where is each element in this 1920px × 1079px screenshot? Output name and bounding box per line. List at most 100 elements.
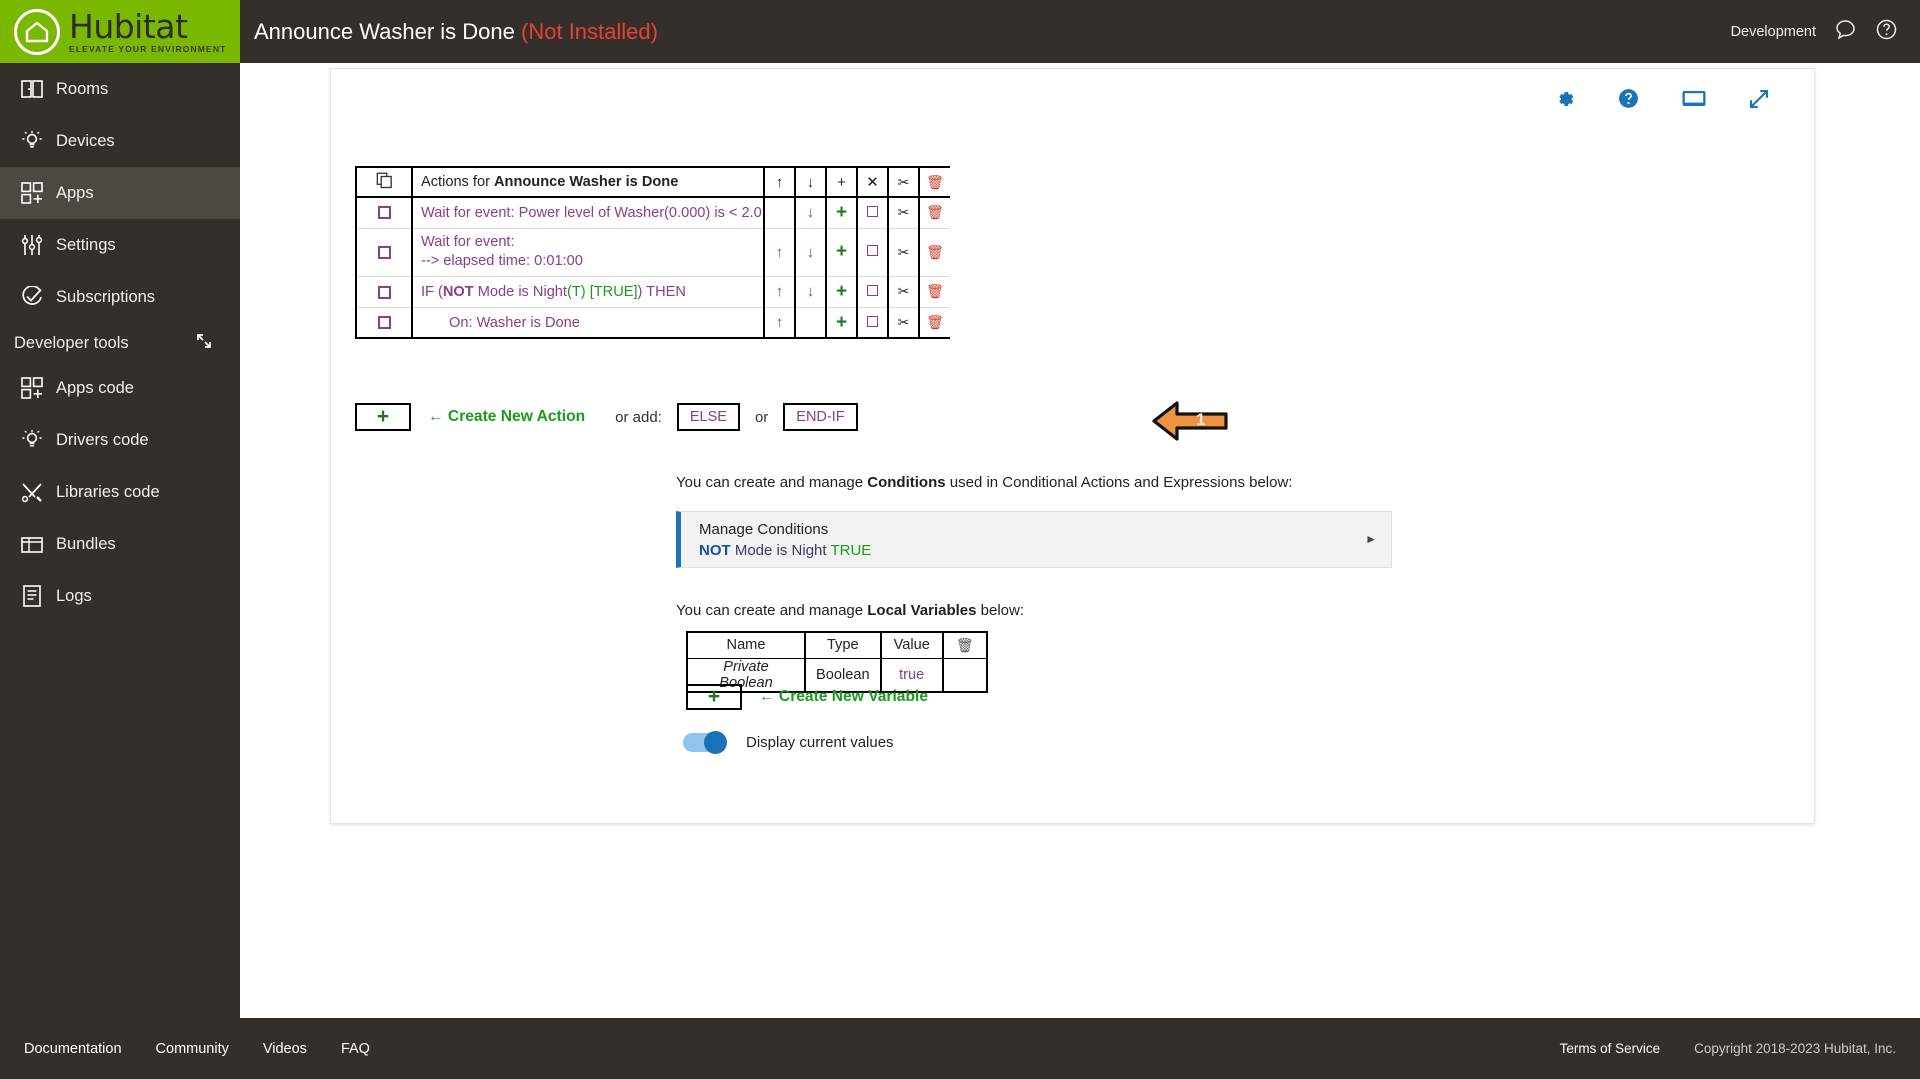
footer-right: Terms of Service Copyright 2018-2023 Hub…: [1560, 1041, 1920, 1056]
apps-grid-icon: [14, 377, 50, 399]
row-arrow-down-icon[interactable]: ↓: [795, 276, 827, 308]
add-action-plus-button[interactable]: +: [355, 403, 411, 431]
page-title: Announce Washer is Done (Not Installed): [254, 19, 658, 45]
header-trash-icon[interactable]: 🗑: [919, 166, 950, 198]
row-checkbox[interactable]: [355, 307, 413, 340]
sidebar-item-settings[interactable]: Settings: [0, 219, 240, 271]
footer-link-videos[interactable]: Videos: [263, 1041, 307, 1057]
col-value: Value: [879, 631, 944, 659]
row-trash-icon[interactable]: 🗑: [919, 197, 950, 229]
create-new-action-link[interactable]: ← Create New Action: [428, 403, 585, 431]
row-scissors-icon[interactable]: ✂: [888, 197, 920, 229]
sidebar-item-apps[interactable]: Apps: [0, 167, 240, 219]
sidebar-item-libraries-code[interactable]: Libraries code: [0, 466, 240, 518]
row-square-icon[interactable]: [857, 197, 889, 229]
manage-conditions-title: Manage Conditions: [699, 521, 829, 538]
sidebar-item-label: Drivers code: [56, 430, 149, 449]
row-arrow-up-icon[interactable]: ↑: [764, 228, 796, 277]
row-arrow-down-icon[interactable]: ↓: [795, 228, 827, 277]
row-trash-icon[interactable]: 🗑: [919, 228, 950, 277]
header-arrow-up-icon[interactable]: ↑: [764, 166, 796, 198]
row-arrow-down-icon[interactable]: ↓: [795, 197, 827, 229]
row-arrow-up-icon[interactable]: ↑: [764, 307, 796, 340]
toggle-knob: [704, 731, 727, 754]
app-root: Hubitat ELEVATE YOUR ENVIRONMENT Rooms D…: [0, 0, 1920, 1079]
col-type: Type: [804, 631, 882, 659]
chat-bubble-icon[interactable]: [1834, 18, 1857, 46]
row-square-icon[interactable]: [857, 276, 889, 308]
trash-icon[interactable]: 🗑: [941, 631, 988, 659]
brand-tagline: ELEVATE YOUR ENVIRONMENT: [69, 43, 227, 54]
row-checkbox[interactable]: [355, 197, 413, 229]
step-arrow-1-number: 1: [1196, 410, 1206, 429]
display-current-values-toggle[interactable]: [683, 731, 727, 754]
row-scissors-icon[interactable]: ✂: [888, 276, 920, 308]
sidebar-item-devices[interactable]: Devices: [0, 115, 240, 167]
header-scissors-icon[interactable]: ✂: [888, 166, 920, 198]
header-plus-icon[interactable]: +: [826, 166, 858, 198]
create-new-variable-link[interactable]: ← Create New Variable: [759, 684, 928, 710]
table-row: On: Washer is Done ↑ + ✂ 🗑: [355, 307, 950, 340]
row-plus-icon[interactable]: +: [826, 307, 858, 340]
sidebar-item-apps-code[interactable]: Apps code: [0, 362, 240, 414]
monitor-icon[interactable]: [1681, 88, 1707, 115]
sidebar-item-label: Libraries code: [56, 482, 160, 501]
row-scissors-icon[interactable]: ✂: [888, 307, 920, 340]
conditions-intro: You can create and manage Conditions use…: [676, 474, 1292, 491]
row-square-icon[interactable]: [857, 307, 889, 340]
header-arrow-down-icon[interactable]: ↓: [795, 166, 827, 198]
variables-header-row: Name Type Value 🗑: [686, 631, 988, 659]
gear-icon[interactable]: [1554, 88, 1576, 115]
collapse-icon[interactable]: [196, 333, 226, 354]
footer-links: Documentation Community Videos FAQ: [24, 1041, 370, 1057]
row-scissors-icon[interactable]: ✂: [888, 228, 920, 277]
page-footer: Documentation Community Videos FAQ Terms…: [0, 1018, 1920, 1079]
footer-link-community[interactable]: Community: [156, 1041, 229, 1057]
question-circle-icon[interactable]: [1875, 18, 1898, 46]
header-close-x-icon[interactable]: ✕: [857, 166, 889, 198]
actions-table: Actions for Announce Washer is Done ↑ ↓ …: [355, 166, 950, 340]
end-if-button[interactable]: END-IF: [783, 403, 858, 431]
sidebar-item-drivers-code[interactable]: Drivers code: [0, 414, 240, 466]
manage-conditions-box[interactable]: Manage Conditions NOT Mode is Night TRUE…: [676, 511, 1392, 568]
row-plus-icon[interactable]: +: [826, 228, 858, 277]
or-add-label: or add:: [615, 408, 662, 426]
conditions-intro-a: You can create and manage: [676, 474, 868, 491]
top-header: Announce Washer is Done (Not Installed) …: [240, 0, 1920, 63]
row-text-seg-bold: NOT: [442, 283, 474, 300]
help-circle-icon[interactable]: [1617, 87, 1640, 115]
row-plus-icon[interactable]: +: [826, 276, 858, 308]
row-trash-icon[interactable]: 🗑: [919, 307, 950, 340]
row-checkbox[interactable]: [355, 228, 413, 277]
sidebar-item-label: Rooms: [56, 79, 109, 98]
col-name: Name: [686, 631, 806, 659]
footer-link-terms[interactable]: Terms of Service: [1560, 1041, 1661, 1056]
row-plus-icon[interactable]: +: [826, 197, 858, 229]
row-arrow-up-icon: [764, 197, 796, 229]
sidebar-item-logs[interactable]: Logs: [0, 570, 240, 622]
main-content: Actions for Announce Washer is Done ↑ ↓ …: [240, 63, 1920, 1018]
row-arrow-up-icon[interactable]: ↑: [764, 276, 796, 308]
footer-link-faq[interactable]: FAQ: [341, 1041, 370, 1057]
add-variable-plus-button[interactable]: +: [686, 684, 742, 710]
row-checkbox[interactable]: [355, 276, 413, 308]
sidebar-item-bundles[interactable]: Bundles: [0, 518, 240, 570]
variable-delete-cell[interactable]: [941, 657, 988, 693]
variables-footer: + ← Create New Variable: [686, 684, 928, 710]
sidebar-item-rooms[interactable]: Rooms: [0, 63, 240, 115]
manage-conditions-summary: NOT Mode is Night TRUE: [699, 542, 871, 559]
row-trash-icon[interactable]: 🗑: [919, 276, 950, 308]
footer-link-documentation[interactable]: Documentation: [24, 1041, 122, 1057]
row-square-icon[interactable]: [857, 228, 889, 277]
expand-icon[interactable]: [1748, 88, 1770, 115]
else-button[interactable]: ELSE: [676, 403, 740, 431]
sidebar-item-subscriptions[interactable]: Subscriptions: [0, 271, 240, 323]
bundle-box-icon: [14, 534, 50, 554]
variables-intro: You can create and manage Local Variable…: [676, 602, 1024, 619]
chevron-right-icon[interactable]: ►: [1365, 532, 1377, 546]
brand-logo[interactable]: Hubitat ELEVATE YOUR ENVIRONMENT: [0, 0, 240, 63]
card-toolbar: [1554, 87, 1770, 115]
condition-not: NOT: [699, 542, 731, 559]
copy-icon[interactable]: [355, 166, 413, 198]
row-text-seg: IF (: [421, 283, 443, 300]
